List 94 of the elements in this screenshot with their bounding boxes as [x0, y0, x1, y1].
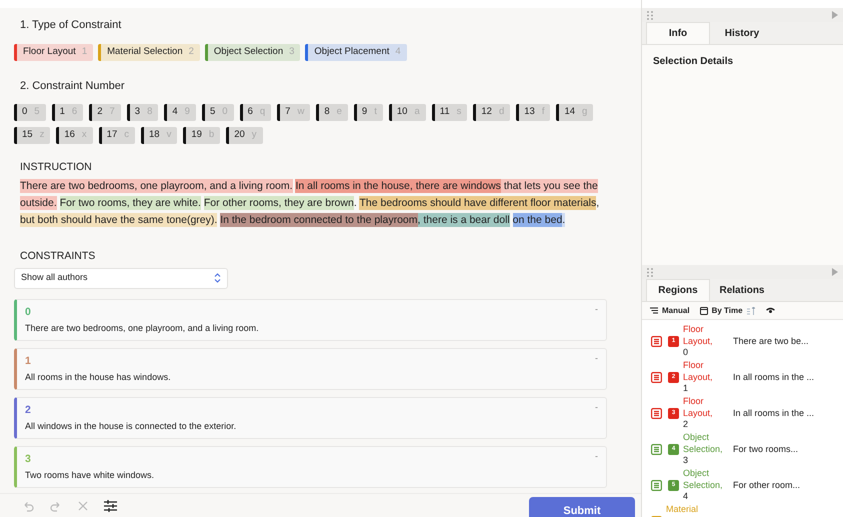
shortcut-key: 1	[82, 44, 88, 60]
collapse-button[interactable]: -	[595, 352, 598, 365]
region-text[interactable]: For two rooms...	[733, 444, 798, 455]
type-label: Object Selection	[214, 44, 284, 59]
type-label: Object Placement	[314, 44, 390, 59]
collapse-button[interactable]: -	[595, 400, 598, 414]
section-heading: INSTRUCTION	[19, 160, 93, 175]
constraint-number: 3	[25, 452, 31, 466]
number-label: 6	[248, 105, 253, 120]
constraint-text: There are two bedrooms, one playroom, and a living room.	[25, 322, 260, 335]
author-select[interactable]: Show all authors	[14, 268, 228, 288]
constraint-card[interactable]: 0 There are two bedrooms, one playroom, and a living room. -	[14, 298, 607, 340]
panel-tab[interactable]: Info	[646, 22, 710, 44]
constraint-type-chip[interactable]: Object Selection 3	[204, 44, 300, 60]
shortcut-key: 4	[395, 44, 401, 60]
drag-handle-icon[interactable]	[647, 268, 653, 276]
number-label: 7	[285, 105, 290, 120]
calendar-icon	[700, 306, 708, 314]
number-label: 16	[64, 128, 75, 142]
constraint-text: All rooms in the house has windows.	[25, 370, 172, 384]
number-label: 11	[440, 105, 450, 120]
panel-tab[interactable]: History	[710, 22, 774, 44]
section-heading: 2. Constraint Number	[19, 78, 126, 94]
number-label: 1	[60, 105, 65, 120]
panel-tab[interactable]: Relations	[710, 279, 774, 301]
constraint-type-chip[interactable]: Floor Layout 1	[14, 44, 94, 60]
sliders-icon[interactable]	[104, 500, 117, 512]
constraint-type-chip[interactable]: Material Selection 2	[98, 44, 200, 60]
region-index: 2	[683, 419, 690, 430]
region-text[interactable]: There are two be...	[733, 336, 809, 347]
redo-icon[interactable]	[50, 500, 62, 512]
constraint-card[interactable]: 1 All rooms in the house has windows. -	[14, 348, 607, 390]
constraint-text: Two rooms have white windows.	[25, 468, 156, 482]
region-text[interactable]: In all rooms in the ...	[733, 408, 814, 419]
shortcut-key: 2	[188, 44, 194, 60]
manual-sort-button[interactable]: Manual	[650, 304, 690, 316]
type-label: Material Selection	[107, 44, 183, 59]
region-index: 4	[683, 491, 690, 502]
sort-order-icon	[746, 306, 756, 314]
document-icon[interactable]	[651, 444, 662, 454]
number-label: 3	[134, 105, 140, 120]
collapse-arrow-icon[interactable]	[832, 11, 838, 19]
section-heading: CONSTRAINTS	[19, 248, 96, 264]
type-label: Floor Layout	[23, 44, 76, 59]
number-label: 2	[97, 105, 102, 120]
number-label: 4	[172, 105, 178, 120]
number-label: 14	[564, 105, 576, 120]
number-label: 9	[362, 105, 368, 120]
number-label: 10	[396, 105, 408, 120]
region-category[interactable]: Floor Layout,	[683, 324, 729, 347]
number-label: 8	[324, 105, 330, 120]
document-icon[interactable]	[651, 408, 662, 418]
constraint-card[interactable]: 3 Two rooms have white windows. -	[14, 446, 607, 488]
number-label: 17	[106, 128, 118, 142]
region-index: 0	[683, 347, 690, 358]
visibility-icon[interactable]	[766, 307, 775, 314]
number-label: 15	[22, 128, 33, 142]
number-label: 18	[148, 128, 160, 142]
shortcut-key: 3	[289, 44, 294, 60]
list-icon	[650, 307, 658, 314]
constraint-number: 1	[25, 354, 31, 368]
region-index: 3	[683, 455, 690, 466]
number-label: 20	[234, 128, 245, 142]
number-label: 0	[22, 105, 28, 120]
region-index: 1	[683, 383, 690, 394]
submit-button[interactable]: Submit	[529, 496, 635, 517]
region-category[interactable]: Floor Layout,	[683, 360, 729, 383]
number-label: 19	[191, 128, 202, 142]
time-sort-button[interactable]: By Time	[700, 304, 756, 316]
number-label: 5	[210, 105, 216, 120]
section-heading: 1. Type of Constraint	[19, 18, 122, 33]
constraint-type-chip[interactable]: Object Placement 4	[305, 44, 407, 60]
chevron-updown-icon	[214, 273, 221, 283]
document-icon[interactable]	[651, 372, 662, 382]
constraint-text: All windows in the house is connected to the exterior.	[25, 420, 238, 432]
constraint-number: 0	[25, 304, 31, 318]
region-text[interactable]: In all rooms in the ...	[733, 372, 814, 383]
document-icon[interactable]	[651, 480, 662, 490]
document-icon[interactable]	[651, 336, 662, 346]
collapse-button[interactable]: -	[595, 450, 598, 463]
instruction-text: There are two bedrooms, one playroom, and a living room. In all rooms in the house, there are windows that lets you see the outside. For two rooms, they are white. For other rooms, they are brown. The bedrooms should have different floor materials, but both should have the same tone(grey). In the bedroom connected to the playroom, there is a bear doll on the bed.	[19, 178, 600, 229]
panel-tab[interactable]: Regions	[646, 279, 710, 301]
number-label: 13	[524, 105, 535, 120]
region-text[interactable]: For other room...	[733, 480, 800, 491]
undo-icon[interactable]	[22, 500, 34, 512]
constraint-card[interactable]: 2 All windows in the house is connected to the exterior. -	[14, 396, 607, 438]
panel-heading: Selection Details	[653, 55, 734, 69]
collapse-arrow-icon[interactable]	[832, 268, 838, 276]
drag-handle-icon[interactable]	[647, 10, 653, 20]
constraint-number: 2	[25, 402, 31, 416]
number-label: 12	[481, 105, 492, 120]
collapse-button[interactable]: -	[595, 302, 598, 316]
region-category[interactable]: Floor Layout,	[683, 396, 729, 419]
close-icon[interactable]	[78, 500, 88, 510]
